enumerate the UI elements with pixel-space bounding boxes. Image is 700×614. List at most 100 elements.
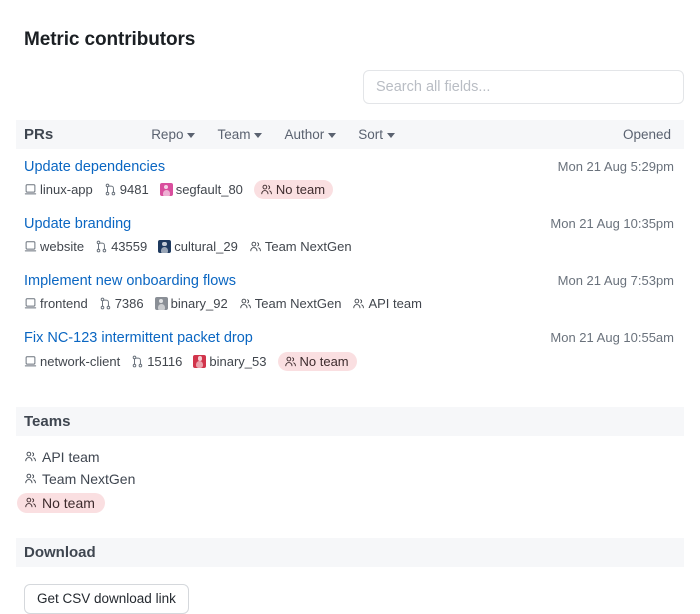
team-chip-label: Team NextGen [265,239,352,254]
chevron-down-icon [254,133,262,138]
teams-list: API team Team NextGen No team [0,436,700,513]
search-input[interactable] [363,70,684,104]
pr-row-header: Update branding Mon 21 Aug 10:35pm [24,215,676,233]
people-icon [24,496,37,509]
pr-author[interactable]: cultural_29 [158,239,238,254]
pr-number-label: 43559 [111,239,147,254]
team-list-item[interactable]: Team NextGen [24,471,135,487]
pr-row: Update dependencies Mon 21 Aug 5:29pm linu… [16,149,684,206]
people-icon [249,240,262,253]
git-pull-request-icon [131,355,144,368]
pr-row: Fix NC-123 intermittent packet drop Mon 2… [16,320,684,377]
team-list-item-label: Team NextGen [42,471,135,487]
pr-author-label: cultural_29 [174,239,238,254]
team-list-item[interactable]: No team [17,493,105,513]
chevron-down-icon [387,133,395,138]
people-icon [284,355,297,368]
team-list-item[interactable]: API team [24,449,100,465]
pr-title-link[interactable]: Fix NC-123 intermittent packet drop [24,329,253,347]
people-icon [239,297,252,310]
pr-repo-label: frontend [40,296,88,311]
filter-label: Sort [358,127,383,142]
search-row [0,51,700,104]
pr-repo[interactable]: network-client [24,354,120,369]
team-chip-label: API team [368,296,421,311]
pr-row-meta: frontend 7386 binary_92 Team NextGen API tea… [24,294,676,313]
pr-number[interactable]: 7386 [99,296,144,311]
pr-title-link[interactable]: Update dependencies [24,158,165,176]
team-chip[interactable]: API team [352,294,421,313]
download-body: Get CSV download link [0,567,700,614]
pr-author-label: segfault_80 [176,182,243,197]
avatar [193,355,206,368]
pr-opened-time: Mon 21 Aug 7:53pm [558,273,676,288]
get-csv-download-link-button[interactable]: Get CSV download link [24,584,189,614]
device-icon [24,297,37,310]
team-chip[interactable]: Team NextGen [239,294,342,313]
team-list-item-label: No team [42,495,95,511]
pr-row: Implement new onboarding flows Mon 21 Aug… [16,263,684,320]
people-icon [24,450,37,463]
filter-dropdown-team[interactable]: Team [217,127,262,142]
filter-dropdown-sort[interactable]: Sort [358,127,395,142]
pr-repo-label: linux-app [40,182,93,197]
git-pull-request-icon [104,183,117,196]
people-icon [352,297,365,310]
metric-contributors-page: Metric contributors PRs Repo Team Author So… [0,0,700,610]
device-icon [24,183,37,196]
team-chip[interactable]: No team [254,180,333,199]
page-title: Metric contributors [0,0,700,51]
filter-label: Author [284,127,324,142]
avatar [155,297,168,310]
pr-number-label: 9481 [120,182,149,197]
pr-author[interactable]: segfault_80 [160,182,243,197]
pr-row: Update branding Mon 21 Aug 10:35pm website… [16,206,684,263]
git-pull-request-icon [95,240,108,253]
team-chip[interactable]: Team NextGen [249,237,352,256]
pr-number[interactable]: 9481 [104,182,149,197]
people-icon [24,472,37,485]
device-icon [24,240,37,253]
filter-dropdown-repo[interactable]: Repo [151,127,195,142]
pr-number[interactable]: 15116 [131,354,182,369]
filter-label: Repo [151,127,183,142]
pr-title-link[interactable]: Implement new onboarding flows [24,272,236,290]
pr-repo-label: website [40,239,84,254]
team-list-item-label: API team [42,449,100,465]
device-icon [24,355,37,368]
team-chip-label: Team NextGen [255,296,342,311]
pr-repo[interactable]: linux-app [24,182,93,197]
avatar [160,183,173,196]
download-section-header: Download [16,538,684,567]
pr-author-label: binary_53 [209,354,266,369]
team-chip-label: No team [300,354,349,369]
pr-repo[interactable]: frontend [24,296,88,311]
avatar [158,240,171,253]
chevron-down-icon [328,133,336,138]
pr-author[interactable]: binary_53 [193,354,266,369]
pr-filter-group: Repo Team Author Sort [151,126,417,144]
pr-title-link[interactable]: Update branding [24,215,131,233]
pr-row-header: Fix NC-123 intermittent packet drop Mon 2… [24,329,676,347]
chevron-down-icon [187,133,195,138]
pr-row-header: Implement new onboarding flows Mon 21 Aug… [24,272,676,290]
pr-number-label: 7386 [115,296,144,311]
team-chip[interactable]: No team [278,352,357,371]
pr-list: Update dependencies Mon 21 Aug 5:29pm linu… [0,149,700,378]
filter-label: Team [217,127,250,142]
pr-opened-time: Mon 21 Aug 10:35pm [550,216,676,231]
pr-opened-time: Mon 21 Aug 5:29pm [558,159,676,174]
filter-dropdown-author[interactable]: Author [284,127,336,142]
pr-number[interactable]: 43559 [95,239,147,254]
opened-column-header: Opened [623,127,676,142]
pr-repo[interactable]: website [24,239,84,254]
download-section-title: Download [24,544,96,561]
pr-opened-time: Mon 21 Aug 10:55am [550,330,676,345]
pr-row-meta: linux-app 9481 segfault_80 No team [24,180,676,199]
pr-author[interactable]: binary_92 [155,296,228,311]
prs-section-header: PRs Repo Team Author Sort Opened [16,120,684,149]
pr-repo-label: network-client [40,354,120,369]
prs-section-title: PRs [24,126,53,143]
pr-author-label: binary_92 [171,296,228,311]
teams-section-title: Teams [24,413,70,430]
